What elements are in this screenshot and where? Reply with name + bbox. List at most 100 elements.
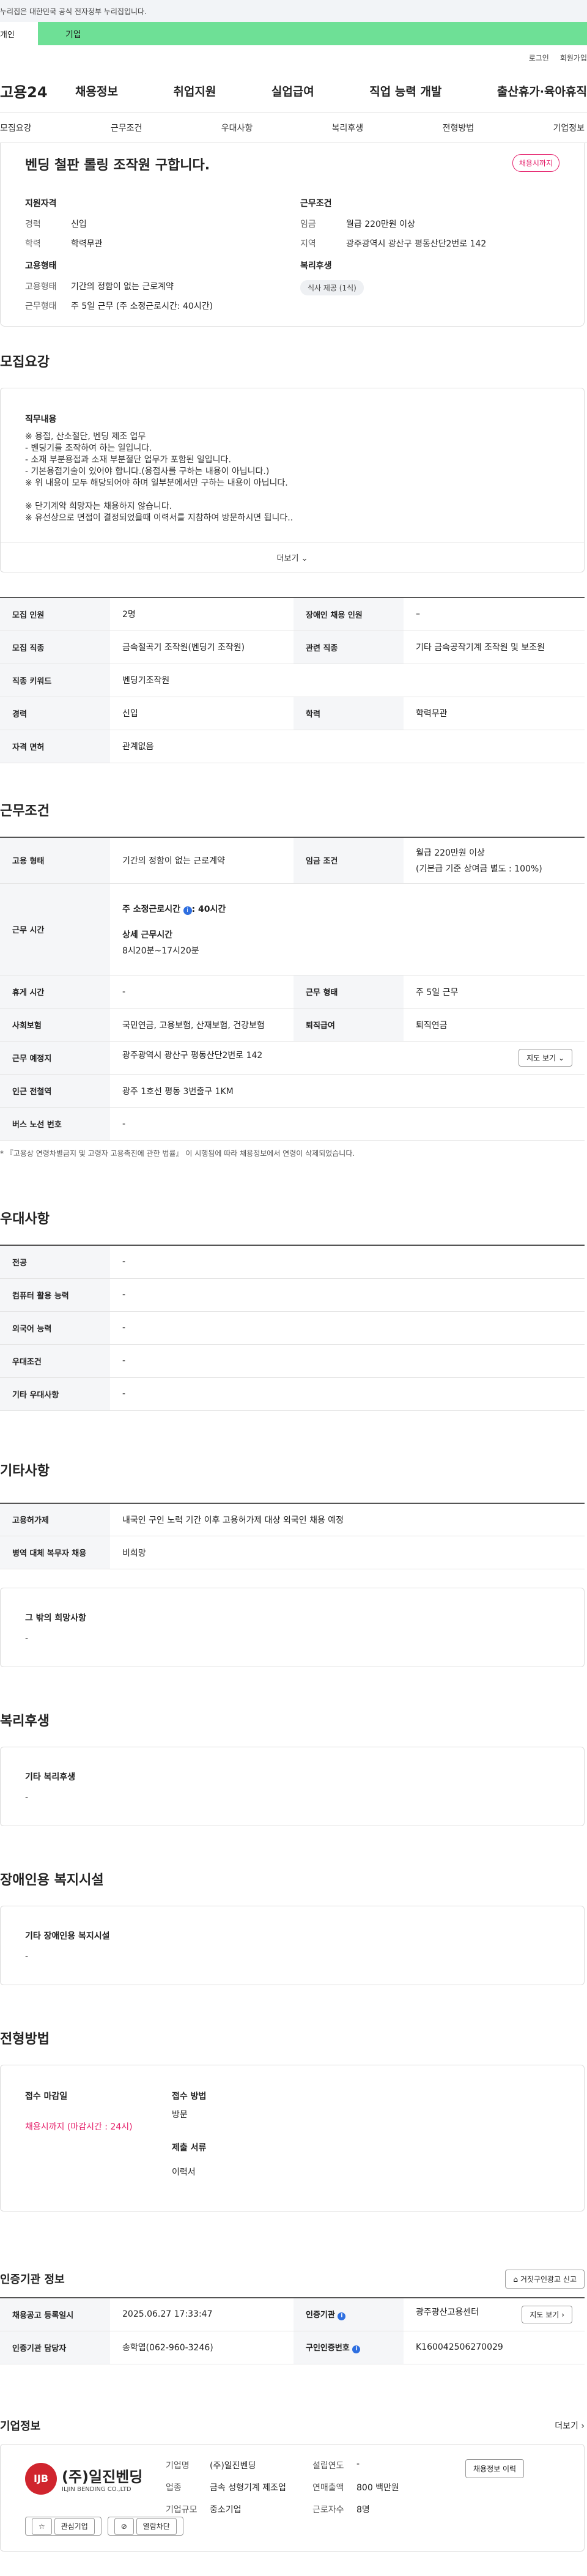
cell-header: 구인인증번호 i — [294, 2331, 404, 2364]
welfare-title: 복리후생 — [300, 261, 332, 271]
gnb-training[interactable]: 직업 능력 개발 — [369, 83, 441, 99]
work-table: 고용 형태 기간의 정함이 없는 근로계약 임금 조건 월급 220만원 이상 (기본급… — [0, 836, 585, 1141]
cell-value: 2025.06.27 17:33:47 — [110, 2298, 294, 2331]
cond-title: 근무조건 — [300, 199, 332, 209]
table-row: 버스 노선 번호 - — [0, 1107, 585, 1141]
info-value: 중소기업 — [210, 2504, 242, 2515]
info-label: 연매출액 — [312, 2482, 344, 2493]
table-row: 전공 - — [0, 1245, 585, 1279]
gnb-leave[interactable]: 출산휴가·육아휴직 — [497, 83, 587, 99]
agency-map-button[interactable]: 지도 보기 › — [522, 2305, 572, 2323]
history-button[interactable]: 채용정보 이력 — [465, 2459, 525, 2478]
deadline-title: 접수 마감일 — [25, 2092, 68, 2101]
gnb-jobs[interactable]: 채용정보 — [75, 83, 118, 99]
etc-table: 고용허가제 내국인 구인 노력 기간 이후 고용허가제 대상 외국인 채용 예정 … — [0, 1502, 585, 1569]
table-row: 사회보험 국민연금, 고용보험, 산재보험, 건강보험 퇴직급여 퇴직연금 — [0, 1008, 585, 1042]
company-more-link[interactable]: 더보기 › — [555, 2419, 585, 2432]
interest-button[interactable]: ☆ 관심기업 — [25, 2516, 102, 2536]
table-row: 병역 대체 복무자 채용 비희망 — [0, 1536, 585, 1569]
prefer-table: 전공 - 컴퓨터 활용 능력 - 외국어 능력 - 우대조건 - 기타 우대사항 - — [0, 1245, 585, 1411]
gnb-unemployment[interactable]: 실업급여 — [271, 83, 314, 99]
welfare-block: 복리후생 식사 제공 (1식) — [300, 259, 364, 295]
site-logo[interactable]: 고용24 — [0, 80, 75, 102]
wage-value: 월급 220만원 이상 — [416, 848, 485, 858]
report-button[interactable]: ⌂ 거짓구인광고 신고 — [505, 2269, 585, 2289]
cell-header: 채용공고 등록일시 — [0, 2298, 110, 2331]
job-summary-card: 벤딩 철판 롤링 조작원 구합니다. 채용시까지 지원자격 경력 신입 학력 학력무… — [0, 143, 585, 327]
info-icon[interactable]: i — [338, 2312, 346, 2321]
info-value: - — [356, 2459, 360, 2469]
join-link[interactable]: 회원가입 — [560, 53, 587, 70]
table-row: 모집 직종 금속절곡기 조작원(벤딩기 조작원) 관련 직종 기타 금속공작기계 조작… — [0, 631, 585, 664]
company-logo: IJB (주)일진벤딩 ILJIN BENDING CO.,LTD — [25, 2462, 142, 2495]
interest-label: 관심기업 — [54, 2517, 95, 2535]
box-title: 기타 복리후생 — [25, 1772, 76, 1782]
info-icon[interactable]: i — [183, 906, 192, 915]
login-link[interactable]: 로그인 — [529, 53, 549, 70]
subnav-recruit[interactable]: 모집요강 — [0, 122, 32, 134]
employ-value: 기간의 정함이 없는 근로계약 — [71, 282, 174, 292]
user-type-tabs: 개인 기업 — [0, 22, 587, 45]
cell-header: 학력 — [294, 697, 404, 730]
map-label: 지도 보기 — [526, 1054, 556, 1062]
apply-section-title: 전형방법 — [0, 2032, 50, 2047]
subnav-work[interactable]: 근무조건 — [111, 122, 142, 134]
subnav-apply[interactable]: 전형방법 — [443, 122, 474, 134]
subnav-welfare[interactable]: 복리후생 — [332, 122, 364, 134]
more-label: 더보기 — [276, 554, 299, 563]
info-label: 기업규모 — [166, 2504, 198, 2515]
cell-header: 자격 면허 — [0, 730, 110, 763]
company-header: 기업정보 더보기 › — [0, 2364, 587, 2444]
table-row: 인증기관 담당자 송학엽(062-960-3246) 구인인증번호 i K160042… — [0, 2331, 585, 2364]
subnav-company[interactable]: 기업정보 — [553, 122, 585, 134]
cell-header: 인증기관 담당자 — [0, 2331, 110, 2364]
tab-personal[interactable]: 개인 — [0, 22, 38, 45]
cell-value: 광주 1호선 평동 3번출구 1KM — [110, 1074, 585, 1108]
subnav-prefer[interactable]: 우대사항 — [221, 122, 253, 134]
doc-title: 제출 서류 — [172, 2143, 207, 2153]
map-button[interactable]: 지도 보기 ⌄ — [519, 1049, 572, 1067]
cell-header-label: 구인인증번호 — [306, 2344, 350, 2353]
wage-note: (기본급 기준 상여금 별도 : 100%) — [416, 864, 542, 874]
cell-value: – — [404, 598, 585, 631]
table-row: 근무 시간 주 소정근로시간 i: 40시간 상세 근무시간 8시20분~17시20분 — [0, 883, 585, 975]
star-icon: ☆ — [32, 2517, 52, 2535]
weekly-hours-value: : 40시간 — [191, 904, 226, 914]
cell-value: - — [110, 1107, 585, 1141]
cell-value: - — [110, 1377, 585, 1411]
cell-value: 금속절곡기 조작원(벤딩기 조작원) — [110, 631, 294, 664]
cell-value: - — [110, 975, 294, 1009]
recruit-table: 모집 인원 2명 장애인 채용 인원 – 모집 직종 금속절곡기 조작원(벤딩기 조작원… — [0, 597, 585, 763]
method-value: 방문 — [172, 2110, 188, 2120]
company-section-title: 기업정보 — [0, 2419, 41, 2433]
desc-title: 직무내용 — [25, 415, 57, 424]
table-row: 고용허가제 내국인 구인 노력 기간 이후 고용허가제 대상 외국인 채용 예정 — [0, 1503, 585, 1536]
cell-value: - — [110, 1311, 585, 1345]
agency-table: 채용공고 등록일시 2025.06.27 17:33:47 인증기관 i 광주광산고용… — [0, 2297, 585, 2364]
recruit-section-title: 모집요강 — [0, 355, 50, 370]
cell-header: 인근 전철역 — [0, 1074, 110, 1108]
cell-header: 전공 — [0, 1245, 110, 1279]
cell-header: 사회보험 — [0, 1008, 110, 1042]
cell-header: 버스 노선 번호 — [0, 1107, 110, 1141]
deadline-badge: 채용시까지 — [512, 154, 559, 172]
info-value: 금속 성형기계 제조업 — [210, 2482, 286, 2493]
cell-header: 컴퓨터 활용 능력 — [0, 1278, 110, 1312]
qualify-label: 학력 — [25, 239, 41, 249]
info-icon[interactable]: i — [352, 2345, 361, 2353]
cell-header-label: 인증기관 — [306, 2311, 335, 2320]
more-button[interactable]: 더보기 ⌄ — [1, 542, 584, 572]
disabled-section-title: 장애인용 복지시설 — [0, 1873, 104, 1888]
cell-value: 관계없음 — [110, 730, 585, 763]
employ-title: 고용형태 — [25, 261, 57, 271]
table-row: 자격 면허 관계없음 — [0, 730, 585, 763]
cell-value: 2명 — [110, 598, 294, 631]
cell-header: 직종 키워드 — [0, 664, 110, 697]
cell-header: 휴게 시간 — [0, 975, 110, 1009]
cond-value: 월급 220만원 이상 — [346, 220, 415, 229]
tab-company[interactable]: 기업 — [38, 22, 81, 45]
table-row: 고용 형태 기간의 정함이 없는 근로계약 임금 조건 월급 220만원 이상 (기본급… — [0, 837, 585, 884]
desc-lines: ※ 용접, 산소절단, 벤딩 제조 업무 - 벤딩기를 조작하여 하는 일입니다… — [25, 431, 293, 524]
gnb-employment-support[interactable]: 취업지원 — [173, 83, 216, 99]
report-label: 거짓구인광고 신고 — [520, 2274, 577, 2284]
